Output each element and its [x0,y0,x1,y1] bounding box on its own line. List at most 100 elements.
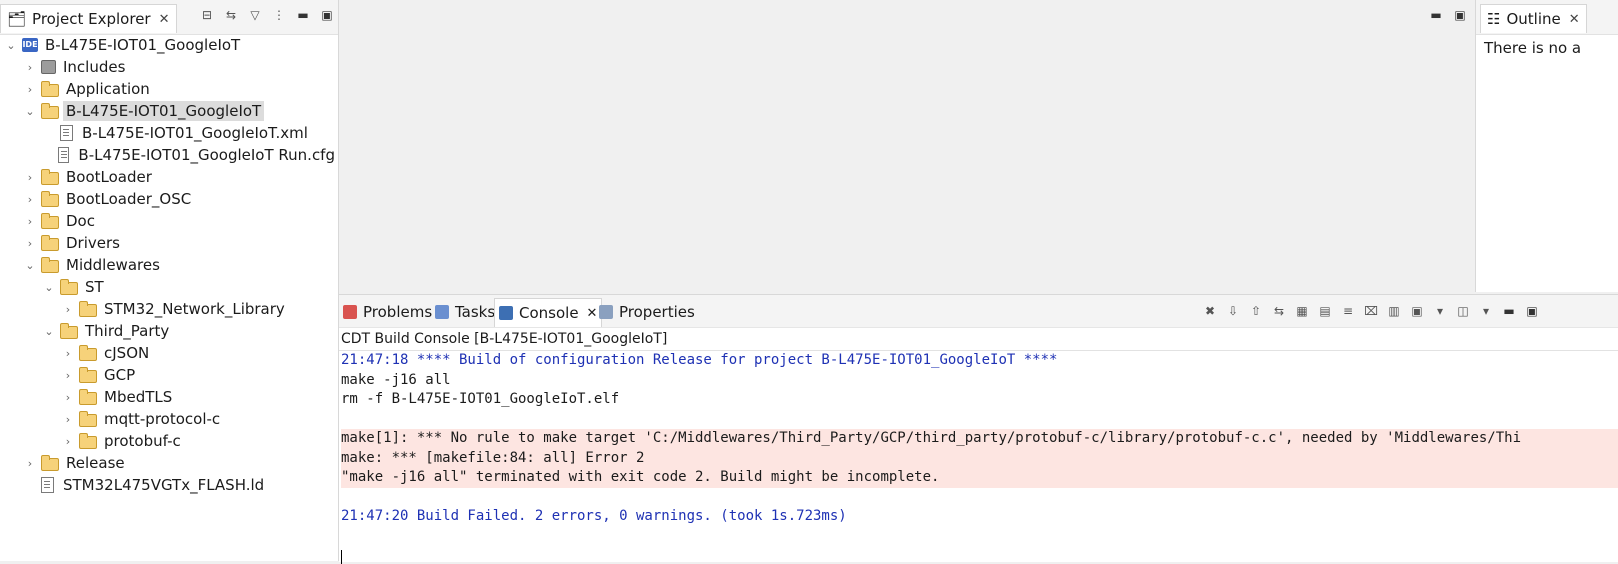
maximize-icon[interactable]: ▣ [318,6,336,24]
tab-project-explorer[interactable]: 🗂 Project Explorer ✕ [0,4,177,33]
chevron-right-icon[interactable]: › [61,303,75,316]
tree-item-label: B-L475E-IOT01_GoogleIoT [45,36,241,54]
file-icon [41,477,54,493]
tree-item[interactable]: ⌄ IDE B-L475E-IOT01_GoogleIoT [0,34,338,56]
link-with-editor-icon[interactable]: ⇆ [222,6,240,24]
chevron-right-icon[interactable]: › [23,237,37,250]
tree-item[interactable]: › Release [0,452,338,474]
collapse-all-icon[interactable]: ⊟ [198,6,216,24]
minimize-icon[interactable]: ▬ [1427,6,1445,24]
tree-item-label: BootLoader [66,168,152,186]
dropdown-icon[interactable]: ▾ [1477,302,1495,320]
project-explorer-panel: 🗂 Project Explorer ✕ ⊟ ⇆ ▽ ⋮ ▬ ▣ ⌄ IDE B-L… [0,0,339,561]
editor-toolbar: ▬ ▣ [1427,6,1469,24]
pin-console-icon[interactable]: ▥ [1385,302,1403,320]
close-icon[interactable]: ✕ [159,12,170,27]
tree-item-label: Drivers [66,234,120,252]
tree-item-label: MbedTLS [104,388,173,406]
chevron-right-icon[interactable]: › [23,215,37,228]
tree-item[interactable]: › mqtt-protocol-c [0,408,338,430]
problems-icon [343,305,357,319]
close-icon[interactable]: ✕ [1569,12,1580,27]
chevron-down-icon[interactable]: ⌄ [42,281,56,294]
tree-item[interactable]: › cJSON [0,342,338,364]
tree-item[interactable]: B-L475E-IOT01_GoogleIoT Run.cfg [0,144,338,166]
text-caret [341,550,342,564]
tab-console[interactable]: Console ✕ [494,298,603,327]
console-toolbar: ✖ ⇩ ⇧ ⇆ ▦ ▤ ≡ ⌧ ▥ ▣ ▾ ◫ ▾ ▬ ▣ [1201,302,1541,320]
bottom-panel: Problems Tasks Console ✕ Properties ✖ ⇩ … [339,294,1618,564]
scroll-lock-icon[interactable]: ▦ [1293,302,1311,320]
tree-item-label: Includes [63,58,126,76]
tree-item[interactable]: › protobuf-c [0,430,338,452]
filter-icon[interactable]: ▽ [246,6,264,24]
tab-tasks-label: Tasks [455,303,496,321]
tree-item-label: GCP [104,366,136,384]
chevron-right-icon[interactable]: › [61,347,75,360]
properties-icon [599,305,613,319]
chevron-right-icon[interactable]: › [61,413,75,426]
maximize-icon[interactable]: ▣ [1451,6,1469,24]
minimize-icon[interactable]: ▬ [1500,302,1518,320]
chevron-down-icon[interactable]: ⌄ [42,325,56,338]
tree-item[interactable]: › MbedTLS [0,386,338,408]
tab-tasks[interactable]: Tasks [431,298,499,326]
project-explorer-icon: 🗂 [7,10,27,28]
display-console-icon[interactable]: ▣ [1408,302,1426,320]
new-console-icon[interactable]: ◫ [1454,302,1472,320]
chevron-right-icon[interactable]: › [61,369,75,382]
open-console-icon[interactable]: ▾ [1431,302,1449,320]
chevron-right-icon[interactable]: › [61,391,75,404]
chevron-down-icon[interactable]: ⌄ [23,105,37,118]
previous-error-icon[interactable]: ⇧ [1247,302,1265,320]
tree-item[interactable]: B-L475E-IOT01_GoogleIoT.xml [0,122,338,144]
show-console-icon[interactable]: ▤ [1316,302,1334,320]
tasks-icon [435,305,449,319]
tree-item-label: protobuf-c [104,432,181,450]
tree-item-label: ST [85,278,104,296]
console-line: rm -f B-L475E-IOT01_GoogleIoT.elf [341,391,620,407]
link-icon[interactable]: ⇆ [1270,302,1288,320]
console-line: 21:47:20 Build Failed. 2 errors, 0 warni… [341,508,847,524]
tree-item[interactable]: › BootLoader_OSC [0,188,338,210]
chevron-right-icon[interactable]: › [23,457,37,470]
next-error-icon[interactable]: ⇩ [1224,302,1242,320]
chevron-right-icon[interactable]: › [23,171,37,184]
word-wrap-icon[interactable]: ≡ [1339,302,1357,320]
tree-item[interactable]: ⌄ B-L475E-IOT01_GoogleIoT [0,100,338,122]
tree-item[interactable]: › STM32_Network_Library [0,298,338,320]
chevron-right-icon[interactable]: › [23,193,37,206]
tree-item[interactable]: › Includes [0,56,338,78]
chevron-right-icon[interactable]: › [61,435,75,448]
folder-icon [79,388,97,405]
tree-item[interactable]: ⌄ ST [0,276,338,298]
tree-item[interactable]: › Application [0,78,338,100]
tree-item[interactable]: › Drivers [0,232,338,254]
tree-item-label: B-L475E-IOT01_GoogleIoT.xml [82,124,308,142]
tree-item[interactable]: › Doc [0,210,338,232]
tab-problems[interactable]: Problems [339,298,436,326]
tab-outline[interactable]: ☷ Outline ✕ [1480,4,1587,33]
folder-icon [41,102,59,119]
tree-item[interactable]: ⌄ Middlewares [0,254,338,276]
console-icon [499,306,513,320]
console-output[interactable]: 21:47:18 **** Build of configuration Rel… [339,351,1618,564]
terminate-icon[interactable]: ✖ [1201,302,1219,320]
tab-properties[interactable]: Properties [595,298,699,326]
tree-item[interactable]: › BootLoader [0,166,338,188]
minimize-icon[interactable]: ▬ [294,6,312,24]
clear-console-icon[interactable]: ⌧ [1362,302,1380,320]
view-menu-icon[interactable]: ⋮ [270,6,288,24]
tab-project-explorer-label: Project Explorer [32,10,151,28]
chevron-right-icon[interactable]: › [23,83,37,96]
console-line: "make -j16 all" terminated with exit cod… [341,468,1618,488]
maximize-icon[interactable]: ▣ [1523,302,1541,320]
chevron-down-icon[interactable]: ⌄ [4,39,18,52]
tree-item[interactable]: STM32L475VGTx_FLASH.ld [0,474,338,496]
chevron-down-icon[interactable]: ⌄ [23,259,37,272]
tree-item[interactable]: ⌄ Third_Party [0,320,338,342]
tree-item-label: BootLoader_OSC [66,190,192,208]
tree-item[interactable]: › GCP [0,364,338,386]
chevron-right-icon[interactable]: › [23,61,37,74]
